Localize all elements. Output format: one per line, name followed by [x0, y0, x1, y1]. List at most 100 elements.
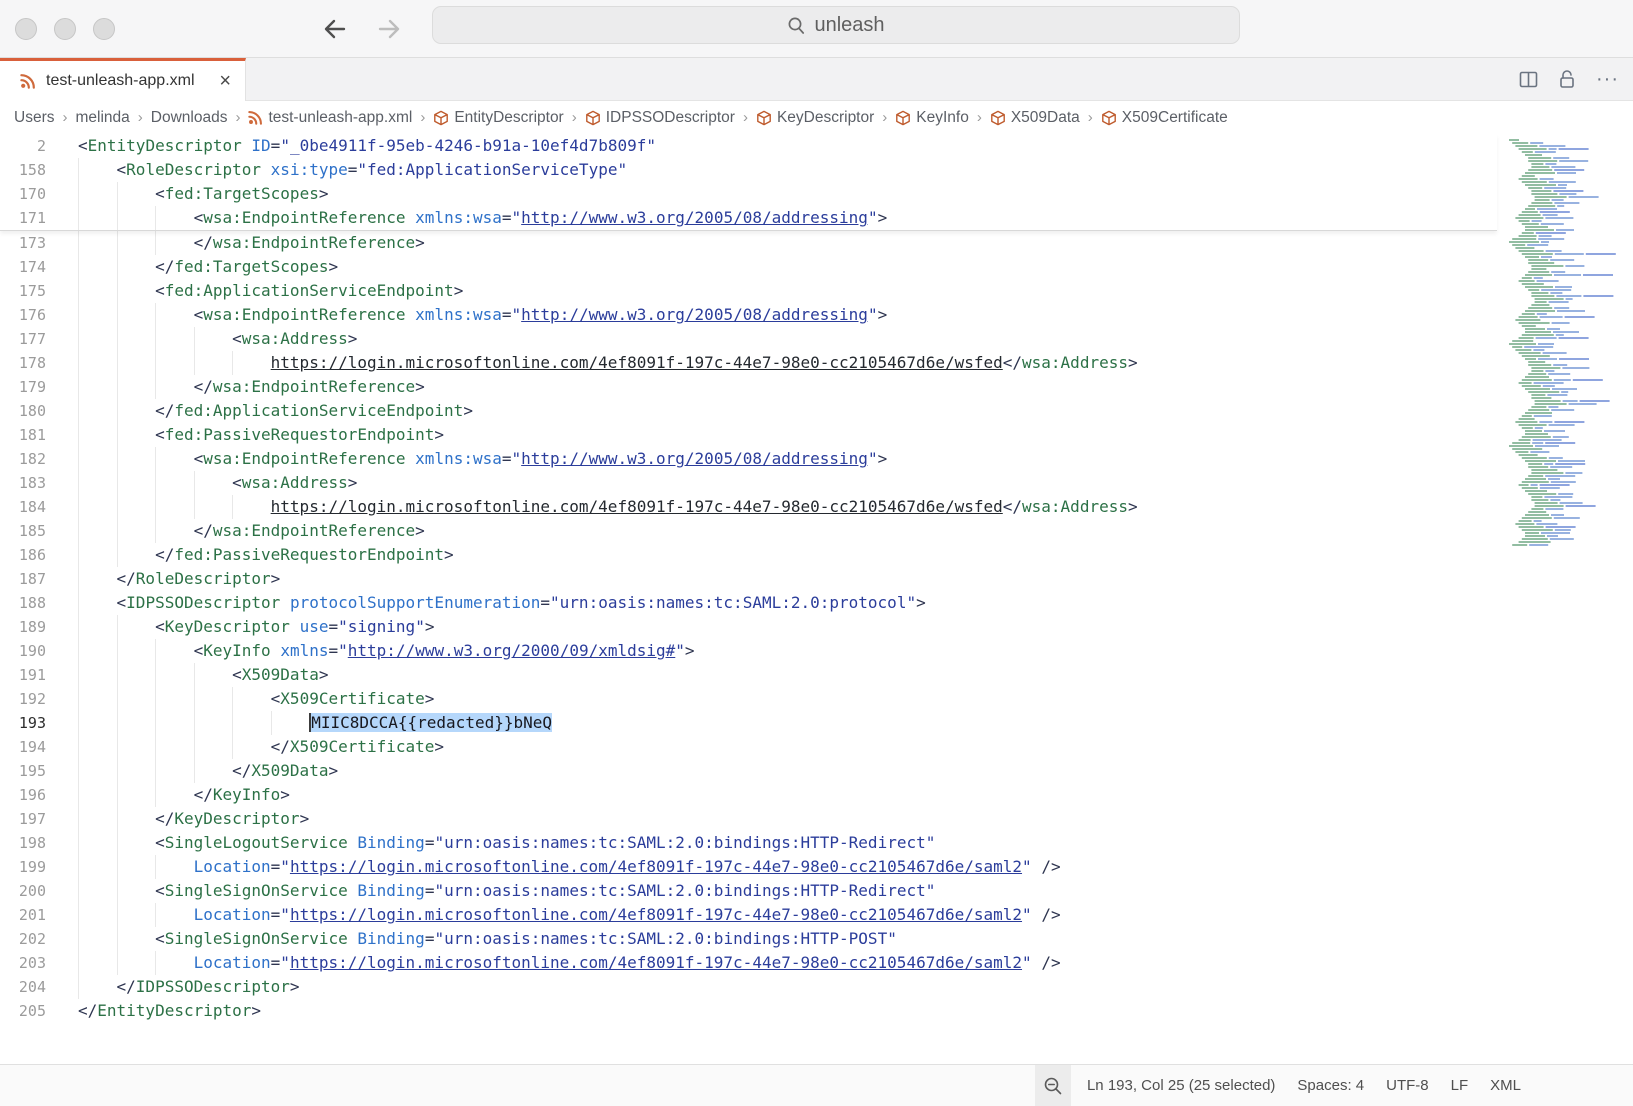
breadcrumb-label: Downloads [151, 109, 228, 127]
breadcrumb-item-entitydescriptor[interactable]: EntityDescriptor [433, 109, 563, 127]
breadcrumb-item-users[interactable]: Users [14, 109, 54, 127]
indent-guide [194, 471, 233, 495]
search-input[interactable]: unleash [432, 6, 1240, 44]
code-line-204[interactable]: 204</IDPSSODescriptor> [0, 975, 1633, 999]
code-line-187[interactable]: 187</RoleDescriptor> [0, 567, 1633, 591]
code-line-195[interactable]: 195</X509Data> [0, 759, 1633, 783]
code-line-188[interactable]: 188<IDPSSODescriptor protocolSupportEnum… [0, 591, 1633, 615]
code-line-190[interactable]: 190<KeyInfo xmlns="http://www.w3.org/200… [0, 639, 1633, 663]
indent-guide [155, 687, 194, 711]
minimize-window-button[interactable] [54, 18, 76, 40]
code-line-2[interactable]: 2<EntityDescriptor ID="_0be4911f-95eb-42… [0, 134, 1497, 158]
unlock-icon[interactable] [1558, 69, 1576, 89]
indent-guide [117, 495, 156, 519]
code-line-175[interactable]: 175<fed:ApplicationServiceEndpoint> [0, 279, 1633, 303]
indent-guide [155, 471, 194, 495]
line-number: 170 [0, 182, 46, 206]
line-content: </fed:PassiveRequestorEndpoint> [78, 543, 454, 567]
indent-guide [155, 303, 194, 327]
indent-guide [78, 471, 117, 495]
code-line-184[interactable]: 184https://login.microsoftonline.com/4ef… [0, 495, 1633, 519]
breadcrumb-separator: › [743, 109, 748, 126]
indent-guide [194, 759, 233, 783]
code-editor[interactable]: 2<EntityDescriptor ID="_0be4911f-95eb-42… [0, 134, 1633, 1064]
code-line-199[interactable]: 199Location="https://login.microsoftonli… [0, 855, 1633, 879]
code-line-182[interactable]: 182<wsa:EndpointReference xmlns:wsa="htt… [0, 447, 1633, 471]
cube-icon [895, 110, 911, 126]
code-line-158[interactable]: 158<RoleDescriptor xsi:type="fed:Applica… [0, 158, 1497, 182]
code-line-198[interactable]: 198<SingleLogoutService Binding="urn:oas… [0, 831, 1633, 855]
forward-button[interactable] [376, 17, 402, 41]
indent-guide [155, 231, 194, 255]
breadcrumb-item-keydescriptor[interactable]: KeyDescriptor [756, 109, 874, 127]
breadcrumb-item-x509certificate[interactable]: X509Certificate [1101, 109, 1228, 127]
breadcrumb-item-x509data[interactable]: X509Data [990, 109, 1080, 127]
code-line-197[interactable]: 197</KeyDescriptor> [0, 807, 1633, 831]
indent-guide [78, 447, 117, 471]
code-line-196[interactable]: 196</KeyInfo> [0, 783, 1633, 807]
zoom-out-icon[interactable] [1035, 1065, 1071, 1106]
tab-test-unleash-app[interactable]: test-unleash-app.xml × [0, 58, 246, 101]
code-line-183[interactable]: 183<wsa:Address> [0, 471, 1633, 495]
code-line-179[interactable]: 179</wsa:EndpointReference> [0, 375, 1633, 399]
more-actions-icon[interactable]: ··· [1596, 68, 1619, 91]
code-line-200[interactable]: 200<SingleSignOnService Binding="urn:oas… [0, 879, 1633, 903]
line-content: <EntityDescriptor ID="_0be4911f-95eb-424… [78, 134, 656, 158]
indent-guide [78, 879, 117, 903]
indent-guide [155, 711, 194, 735]
code-line-189[interactable]: 189<KeyDescriptor use="signing"> [0, 615, 1633, 639]
code-line-171[interactable]: 171<wsa:EndpointReference xmlns:wsa="htt… [0, 206, 1497, 230]
line-content: </fed:ApplicationServiceEndpoint> [78, 399, 473, 423]
code-line-186[interactable]: 186</fed:PassiveRequestorEndpoint> [0, 543, 1633, 567]
code-line-181[interactable]: 181<fed:PassiveRequestorEndpoint> [0, 423, 1633, 447]
indent-guide [117, 471, 156, 495]
breadcrumb-separator: › [1088, 109, 1093, 126]
status-cursor-position[interactable]: Ln 193, Col 25 (25 selected) [1087, 1077, 1275, 1094]
code-line-193[interactable]: 193MIIC8DCCA{{redacted}}bNeQ [0, 711, 1633, 735]
close-window-button[interactable] [15, 18, 37, 40]
code-line-170[interactable]: 170<fed:TargetScopes> [0, 182, 1497, 206]
code-line-202[interactable]: 202<SingleSignOnService Binding="urn:oas… [0, 927, 1633, 951]
line-content: <wsa:EndpointReference xmlns:wsa="http:/… [78, 206, 887, 230]
back-button[interactable] [322, 17, 348, 41]
indent-guide [232, 687, 271, 711]
zoom-window-button[interactable] [93, 18, 115, 40]
code-line-201[interactable]: 201Location="https://login.microsoftonli… [0, 903, 1633, 927]
code-line-205[interactable]: 205</EntityDescriptor> [0, 999, 1633, 1023]
status-eol[interactable]: LF [1451, 1077, 1469, 1094]
code-line-180[interactable]: 180</fed:ApplicationServiceEndpoint> [0, 399, 1633, 423]
breadcrumb-item-downloads[interactable]: Downloads [151, 109, 228, 127]
code-line-178[interactable]: 178https://login.microsoftonline.com/4ef… [0, 351, 1633, 375]
indent-guide [155, 375, 194, 399]
line-content: https://login.microsoftonline.com/4ef809… [78, 351, 1138, 375]
code-line-174[interactable]: 174</fed:TargetScopes> [0, 255, 1633, 279]
code-line-203[interactable]: 203Location="https://login.microsoftonli… [0, 951, 1633, 975]
code-line-176[interactable]: 176<wsa:EndpointReference xmlns:wsa="htt… [0, 303, 1633, 327]
tab-close-icon[interactable]: × [219, 71, 231, 91]
indent-guide [78, 903, 117, 927]
code-line-185[interactable]: 185</wsa:EndpointReference> [0, 519, 1633, 543]
breadcrumb-item-idpssodescriptor[interactable]: IDPSSODescriptor [585, 109, 735, 127]
split-editor-icon[interactable] [1519, 70, 1538, 89]
breadcrumb-item-test-unleash-app-xml[interactable]: test-unleash-app.xml [248, 109, 412, 127]
sticky-scroll[interactable]: 2<EntityDescriptor ID="_0be4911f-95eb-42… [0, 134, 1497, 231]
code-line-177[interactable]: 177<wsa:Address> [0, 327, 1633, 351]
code-line-192[interactable]: 192<X509Certificate> [0, 687, 1633, 711]
line-content: <KeyDescriptor use="signing"> [78, 615, 434, 639]
code-line-173[interactable]: 173</wsa:EndpointReference> [0, 231, 1633, 255]
line-number: 188 [0, 591, 46, 615]
indent-guide [117, 615, 156, 639]
line-content: <X509Data> [78, 663, 328, 687]
status-encoding[interactable]: UTF-8 [1386, 1077, 1429, 1094]
code-line-194[interactable]: 194</X509Certificate> [0, 735, 1633, 759]
line-number: 190 [0, 639, 46, 663]
breadcrumb-item-keyinfo[interactable]: KeyInfo [895, 109, 969, 127]
line-content: </wsa:EndpointReference> [78, 375, 425, 399]
line-number: 187 [0, 567, 46, 591]
code-line-191[interactable]: 191<X509Data> [0, 663, 1633, 687]
indent-guide [117, 879, 156, 903]
status-language[interactable]: XML [1490, 1077, 1521, 1094]
breadcrumb-item-melinda[interactable]: melinda [75, 109, 129, 127]
status-indentation[interactable]: Spaces: 4 [1297, 1077, 1364, 1094]
minimap[interactable] [1507, 139, 1623, 553]
